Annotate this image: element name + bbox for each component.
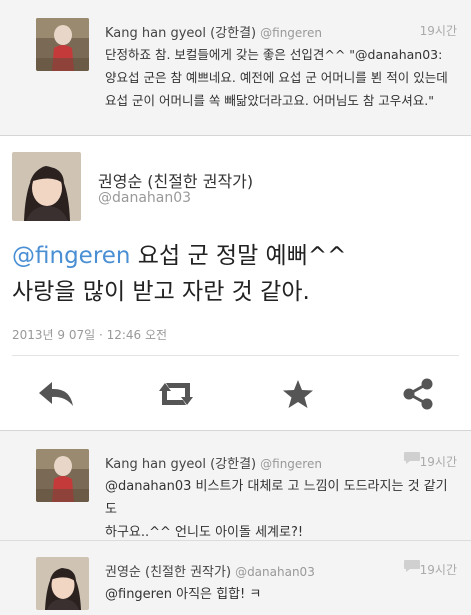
reply-handle[interactable]: @danahan03	[235, 565, 315, 579]
retweet-button[interactable]	[154, 372, 198, 416]
reply-author[interactable]: Kang han gyeol (강한결)	[105, 26, 256, 41]
author-handle[interactable]: @danahan03	[98, 190, 191, 206]
reply-text: 단정하죠 참. 보컬들에게 갖는 좋은 선입견^^ "@danahan03: 양…	[105, 43, 457, 112]
star-icon	[283, 380, 313, 408]
reply-time: 19시간	[419, 24, 457, 38]
reply-text-line: 양요섭 군은 참 예쁘네요. 예전에 요섭 군 어머니를 뵌 적이 있는데	[105, 70, 448, 85]
avatar-kwon[interactable]	[12, 152, 81, 221]
avatar-kang[interactable]	[36, 449, 89, 502]
reply-text-line: @fingeren 아직은 힙합! ㅋ	[105, 587, 262, 602]
reply-author-line: Kang han gyeol (강한결) @fingeren	[105, 453, 322, 472]
reply-handle[interactable]: @fingeren	[260, 457, 322, 471]
reply-author[interactable]: Kang han gyeol (강한결)	[105, 457, 256, 472]
tweet-text: @fingeren 요섭 군 정말 예뻐^^ 사랑을 많이 받고 자란 것 같아…	[12, 238, 462, 310]
share-icon	[403, 378, 433, 410]
reply-icon	[39, 382, 73, 406]
reply-text-line: 단정하죠 참. 보컬들에게 갖는 좋은 선입견^^ "@danahan03:	[105, 47, 443, 62]
avatar-kwon[interactable]	[36, 557, 89, 610]
reply-tweet[interactable]: 권영순 (친절한 권작가) @danahan03 19시간 @fingeren 아…	[0, 541, 471, 615]
conversation-icon	[404, 452, 420, 464]
tweet-timestamp: 2013년 9 07일 · 12:46 오전	[12, 328, 168, 342]
favorite-button[interactable]	[276, 372, 320, 416]
reply-button[interactable]	[34, 372, 78, 416]
tweet-text-line-1: @fingeren 요섭 군 정말 예뻐^^	[12, 238, 462, 274]
reply-text-line: @danahan03 비스트가 대체로 고 느낌이 도드라지는 것 같기도	[105, 479, 448, 517]
reply-text: @danahan03 비스트가 대체로 고 느낌이 도드라지는 것 같기도 하구…	[105, 475, 457, 544]
reply-tweet-top[interactable]: Kang han gyeol (강한결) @fingeren 19시간 단정하죠 …	[0, 0, 471, 135]
conversation-icon	[404, 560, 420, 572]
reply-handle[interactable]: @fingeren	[260, 26, 322, 40]
reply-text: @fingeren 아직은 힙합! ㅋ	[105, 583, 457, 606]
reply-time: 19시간	[419, 563, 457, 577]
reply-time: 19시간	[419, 455, 457, 469]
tweet-text-line-2: 사랑을 많이 받고 자란 것 같아.	[12, 279, 310, 305]
reply-author-line: 권영순 (친절한 권작가) @danahan03	[105, 561, 315, 580]
retweet-icon	[159, 383, 193, 405]
reply-text-line: 요섭 군이 어머니를 쏙 빼닮았더라고요. 어머님도 참 고우셔요."	[105, 93, 435, 108]
share-button[interactable]	[396, 372, 440, 416]
reply-author[interactable]: 권영순 (친절한 권작가)	[105, 565, 231, 580]
tweet-text-segment: 요섭 군 정말 예뻐^^	[130, 243, 347, 269]
mention-link[interactable]: @fingeren	[12, 243, 131, 269]
author-display-name[interactable]: 권영순 (친절한 권작가)	[98, 168, 253, 192]
divider	[12, 355, 459, 356]
reply-author-line: Kang han gyeol (강한결) @fingeren	[105, 22, 322, 41]
reply-tweet[interactable]: Kang han gyeol (강한결) @fingeren 19시간 @dana…	[0, 431, 471, 541]
main-tweet: 권영순 (친절한 권작가) @danahan03 @fingeren 요섭 군 …	[0, 135, 471, 431]
avatar-kang[interactable]	[36, 18, 89, 71]
